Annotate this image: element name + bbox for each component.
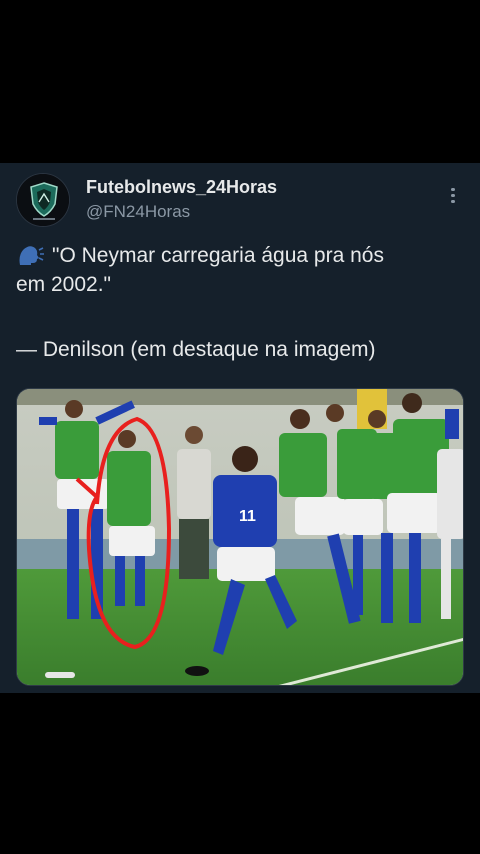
more-vertical-icon <box>451 187 455 191</box>
shield-logo-icon <box>17 174 69 226</box>
author-handle[interactable]: @FN24Horas <box>86 202 190 222</box>
tweet-card[interactable]: Futebolnews_24Horas @FN24Horas "O Neymar… <box>0 163 480 693</box>
jersey-number: 11 <box>239 508 256 525</box>
bottom-black-bar <box>0 693 480 854</box>
more-options-button[interactable] <box>444 185 462 209</box>
tweet-text-line-1: "O Neymar carregaria água pra nós <box>16 243 384 268</box>
post-photo[interactable]: 11 <box>16 388 464 686</box>
speaking-head-icon <box>19 246 44 265</box>
top-black-bar <box>0 0 480 163</box>
football-celebration-image: 11 <box>17 389 463 685</box>
tweet-text-1: "O Neymar carregaria água pra nós <box>52 244 384 267</box>
avatar[interactable] <box>16 173 70 227</box>
tweet-text-line-3: — Denilson (em destaque na imagem) <box>16 338 376 361</box>
tweet-text-line-2: em 2002." <box>16 273 112 296</box>
author-name[interactable]: Futebolnews_24Horas <box>86 177 277 198</box>
